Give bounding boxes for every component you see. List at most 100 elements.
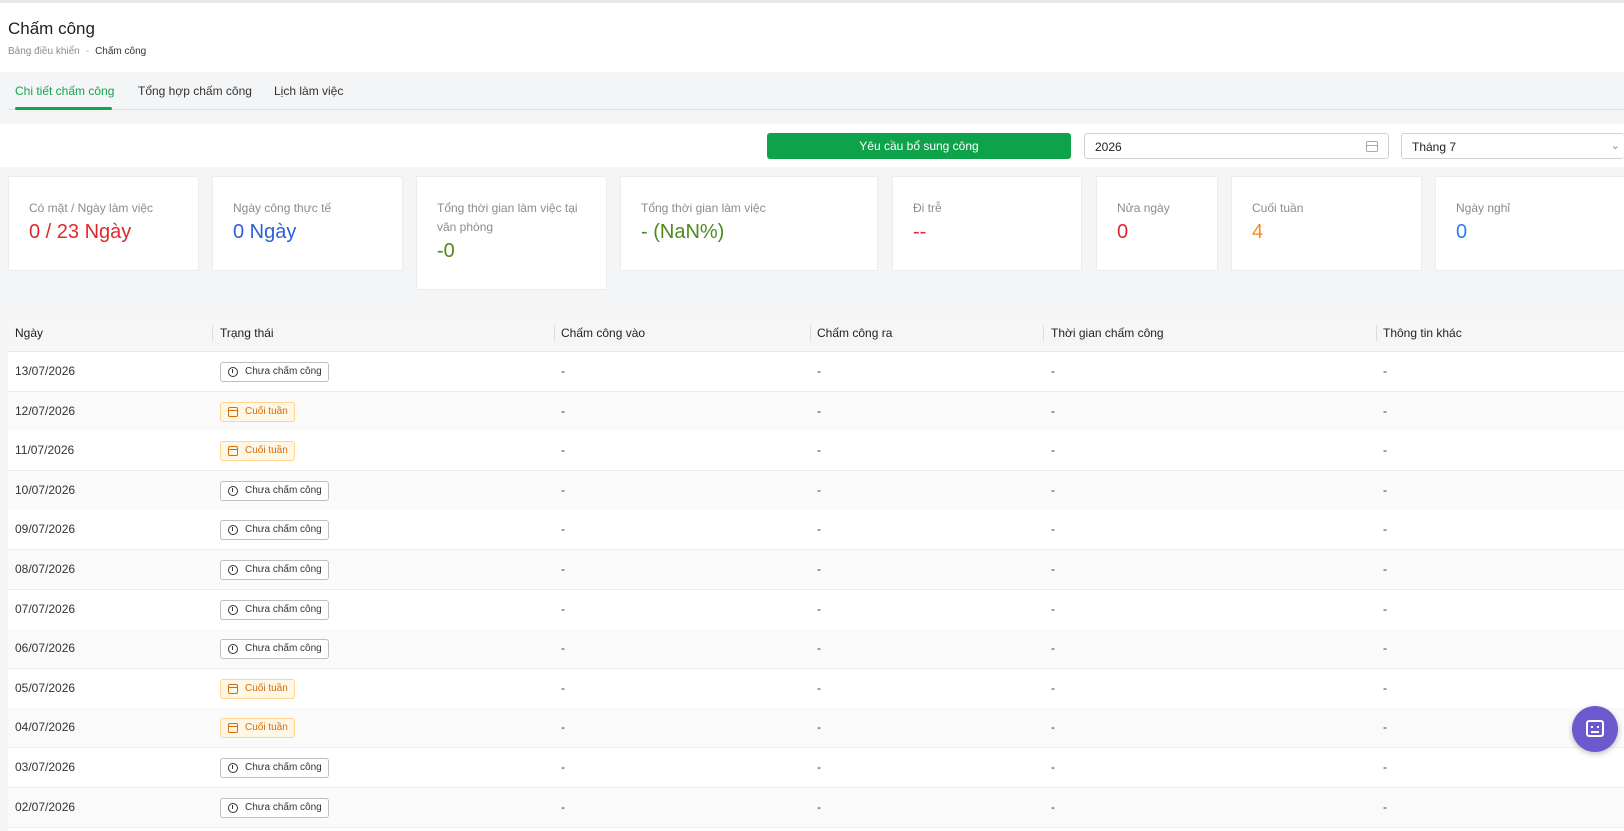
cell-date: 06/07/2026 (15, 641, 76, 656)
stat-value: - (NaN%) (641, 221, 725, 243)
stat-value: -- (913, 221, 927, 243)
table-row[interactable]: 02/07/2026 Chưa chấm công - - - - (8, 787, 1624, 828)
page-title: Chấm công (8, 19, 95, 38)
table-row[interactable]: 07/07/2026 Chưa chấm công - - - - (8, 589, 1624, 630)
table-row[interactable]: 03/07/2026 Chưa chấm công - - - - (8, 748, 1624, 788)
cell-check-out: - (817, 680, 821, 695)
cell-check-in: - (561, 364, 565, 378)
calendar-icon (228, 723, 238, 734)
cell-attendance-time: - (1051, 482, 1055, 497)
tab-attendance-detail[interactable]: Chi tiết chấm công (15, 84, 114, 98)
cell-other-info: - (1383, 403, 1387, 418)
breadcrumb-current: Chấm công (95, 46, 147, 57)
status-text: Chưa chấm công (245, 643, 322, 655)
breadcrumb: Bảng điều khiển - Chấm công (8, 46, 146, 57)
cell-check-out: - (817, 799, 821, 814)
clock-icon (228, 763, 238, 773)
cell-check-out: - (817, 641, 821, 656)
cell-check-out: - (817, 522, 821, 537)
table-row[interactable]: 10/07/2026 Chưa chấm công - - - - (8, 470, 1624, 511)
status-badge: Chưa chấm công (220, 797, 329, 818)
stat-label: Tổng thời gian làm việc tại văn phòng (437, 201, 578, 234)
year-picker[interactable]: 2026 (1084, 133, 1389, 159)
request-supplement-button[interactable]: Yêu cầu bổ sung công (767, 133, 1071, 159)
cell-check-out: - (817, 443, 821, 458)
tab-work-schedule[interactable]: Lịch làm việc (274, 84, 343, 98)
cell-check-out: - (817, 403, 821, 418)
cell-attendance-time: - (1051, 364, 1055, 378)
column-header-status: Trạng thái (220, 326, 274, 340)
table-row[interactable]: 08/07/2026 Chưa chấm công - - - - (8, 550, 1624, 590)
tab-bar: Chi tiết chấm công Tổng hợp chấm công Lị… (0, 72, 1624, 111)
stat-value: 0 Ngày (233, 221, 297, 243)
cell-date: 09/07/2026 (15, 522, 76, 537)
clock-icon (228, 644, 238, 655)
cell-date: 12/07/2026 (15, 403, 76, 418)
status-text: Cuối tuần (245, 445, 288, 457)
status-text: Chưa chấm công (245, 564, 322, 575)
stat-value: 0 (1456, 221, 1468, 243)
breadcrumb-dashboard[interactable]: Bảng điều khiển (8, 46, 80, 57)
clock-icon (228, 367, 238, 377)
status-badge: Cuối tuần (220, 401, 295, 422)
column-divider (1376, 325, 1377, 341)
status-badge: Chưa chấm công (220, 560, 329, 580)
clock-icon (228, 604, 238, 615)
cell-attendance-time: - (1051, 601, 1055, 616)
tab-attendance-summary[interactable]: Tổng hợp chấm công (138, 84, 252, 98)
status-text: Cuối tuần (245, 722, 288, 734)
table-row[interactable]: 13/07/2026 Chưa chấm công - - - - (8, 352, 1624, 392)
status-text: Cuối tuần (245, 682, 288, 694)
calendar-icon (228, 446, 238, 457)
page-header: Chấm công Bảng điều khiển - Chấm công (0, 3, 1624, 72)
calendar-icon (228, 683, 238, 694)
month-select[interactable]: Tháng 7 ⌄ (1401, 133, 1624, 159)
chevron-down-icon: ⌄ (1610, 140, 1620, 152)
cell-attendance-time: - (1051, 799, 1055, 814)
stat-card-weekend: Cuối tuần 4 (1231, 176, 1422, 271)
chatbot-button[interactable] (1572, 706, 1618, 752)
cell-date: 07/07/2026 (15, 601, 76, 616)
status-text: Chưa chấm công (245, 484, 322, 496)
status-badge: Chưa chấm công (220, 599, 329, 620)
stat-label: Cuối tuần (1252, 201, 1304, 215)
table-row[interactable]: 11/07/2026 Cuối tuần - - - - (8, 431, 1624, 472)
cell-date: 08/07/2026 (15, 562, 76, 576)
status-text: Cuối tuần (245, 405, 288, 417)
status-badge: Chưa chấm công (220, 520, 329, 541)
calendar-icon (1366, 141, 1378, 152)
cell-check-out: - (817, 364, 821, 378)
stat-label: Tổng thời gian làm việc (641, 201, 766, 215)
cell-check-in: - (561, 482, 565, 497)
cell-date: 02/07/2026 (15, 799, 76, 814)
column-divider (554, 325, 555, 341)
stat-card-total-time: Tổng thời gian làm việc - (NaN%) (620, 176, 878, 271)
table-row[interactable]: 05/07/2026 Cuối tuần - - - - (8, 668, 1624, 709)
toolbar: Yêu cầu bổ sung công 2026 Tháng 7 ⌄ (0, 124, 1624, 167)
cell-other-info: - (1383, 720, 1387, 735)
table-row[interactable]: 12/07/2026 Cuối tuần - - - - (8, 391, 1624, 432)
table-row[interactable]: 06/07/2026 Chưa chấm công - - - - (8, 629, 1624, 670)
clock-icon (228, 565, 238, 575)
cell-attendance-time: - (1051, 641, 1055, 656)
status-badge: Chưa chấm công (220, 758, 329, 778)
column-divider (810, 325, 811, 341)
status-text: Chưa chấm công (245, 366, 322, 377)
status-text: Chưa chấm công (245, 762, 322, 773)
status-text: Chưa chấm công (245, 524, 322, 536)
clock-icon (228, 485, 238, 496)
column-header-check-in: Chấm công vào (561, 326, 646, 340)
stat-card-presence: Có mặt / Ngày làm việc 0 / 23 Ngày (8, 176, 199, 271)
stat-label: Nửa ngày (1117, 201, 1170, 215)
table-row[interactable]: 04/07/2026 Cuối tuần - - - - (8, 708, 1624, 749)
status-badge: Cuối tuần (220, 441, 295, 462)
stat-card-late: Đi trễ -- (892, 176, 1082, 271)
cell-check-in: - (561, 522, 565, 537)
status-badge: Chưa chấm công (220, 480, 329, 501)
cell-attendance-time: - (1051, 562, 1055, 576)
cell-date: 13/07/2026 (15, 364, 76, 378)
stat-value: 0 / 23 Ngày (29, 221, 132, 243)
status-badge: Cuối tuần (220, 678, 295, 699)
cell-check-in: - (561, 641, 565, 656)
table-row[interactable]: 09/07/2026 Chưa chấm công - - - - (8, 510, 1624, 551)
